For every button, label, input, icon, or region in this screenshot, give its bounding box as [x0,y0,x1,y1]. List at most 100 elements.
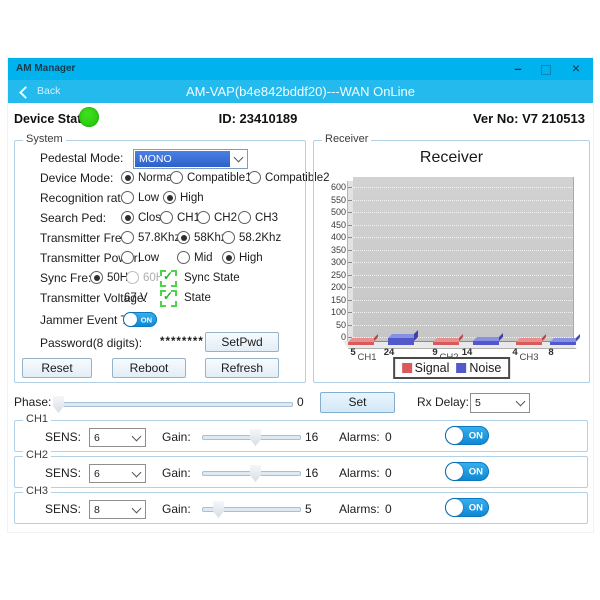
set-button[interactable]: Set [320,392,395,413]
minimize-button[interactable]: – [505,58,531,80]
x-axis-category-label: CH1 [357,352,376,363]
ch3-sens-select[interactable]: 8 [89,500,146,519]
radio-icon [90,271,103,284]
y-axis-tick-label: 0 [316,332,346,342]
sync-fre-row: Sync Fre: 50Hz 60Hz ✓ Sync State [8,271,308,287]
phase-slider-thumb[interactable] [53,396,64,413]
ch1-group-label: CH1 [23,413,51,425]
toggle-knob-icon [446,499,463,516]
sens-value: 8 [94,504,100,516]
chevron-down-icon [132,467,142,477]
radio-power-mid[interactable]: Mid [177,251,213,264]
radio-power-high[interactable]: High [222,251,263,264]
chart-plot-area [353,177,574,342]
ch2-gain-thumb[interactable] [250,465,261,482]
sync-state-checkbox[interactable]: ✓ [160,270,177,287]
ch1-gain-thumb[interactable] [250,429,261,446]
radio-icon [197,211,210,224]
maximize-button[interactable] [533,58,559,80]
ch2-sens-select[interactable]: 6 [89,464,146,483]
ch1-toggle[interactable]: ON [445,426,489,445]
radio-label: Compatible1 [187,172,252,184]
radio-icon [177,231,190,244]
rx-delay-select[interactable]: 5 [470,393,530,413]
y-axis-tick-label: 400 [316,232,346,242]
radio-icon [163,191,176,204]
radio-ch3[interactable]: CH3 [238,211,278,224]
jammer-row: Jammer Event Trigg: ON [8,313,308,329]
phase-slider-track[interactable] [55,402,293,407]
radio-high[interactable]: High [163,191,204,204]
radio-icon [126,271,139,284]
gridline [353,212,573,213]
reset-button[interactable]: Reset [22,358,92,378]
device-id: ID: 23410189 [178,111,338,126]
pedestal-mode-row: Pedestal Mode: MONO [8,151,308,167]
phase-label: Phase: [14,395,51,409]
sens-label: SENS: [45,430,81,444]
chevron-down-icon [132,503,142,513]
ch3-groupbox: CH3 SENS: 8 Gain: 5 Alarms: 0 ON [14,492,588,524]
gridline [353,187,573,188]
toggle-on-label: ON [469,502,483,513]
rx-delay-value: 5 [475,397,481,409]
radio-icon [121,251,134,264]
legend-label: Signal [415,361,450,375]
radio-power-low[interactable]: Low [121,251,159,264]
state-checkbox[interactable]: ✓ [160,290,177,307]
sens-label: SENS: [45,466,81,480]
ch3-gain-thumb[interactable] [213,501,224,518]
app-title: AM Manager [16,58,75,80]
transmitter-power-row: Transmitter Power: Low Mid High [8,251,308,267]
reboot-button[interactable]: Reboot [112,358,186,378]
radio-compatible1[interactable]: Compatible1 [170,171,252,184]
radio-icon [121,231,134,244]
radio-58-2khz[interactable]: 58.2Khz [222,231,281,244]
alarms-label: Alarms: [339,502,380,516]
radio-icon [222,251,235,264]
gridline [353,262,573,263]
pedestal-mode-select[interactable]: MONO [133,149,248,169]
alarms-label: Alarms: [339,430,380,444]
legend-item-noise: Noise [456,361,501,375]
radio-57-8khz[interactable]: 57.8Khz [121,231,180,244]
y-axis-tick-label: 200 [316,282,346,292]
password-row: Password(8 digits): ******** SetPwd [8,336,308,352]
gridline [353,237,573,238]
gridline [353,250,573,251]
legend-label: Noise [469,361,501,375]
ch2-toggle[interactable]: ON [445,462,489,481]
transmitter-fre-label: Transmitter Fre: [40,231,125,245]
radio-icon [121,191,134,204]
rx-delay-label: Rx Delay: [417,395,469,409]
radio-label: CH3 [255,212,278,224]
radio-label: High [180,192,204,204]
refresh-button[interactable]: Refresh [205,358,279,378]
sync-state-label: Sync State [184,272,240,284]
device-mode-label: Device Mode: [40,171,113,185]
recognition-rate-row: Recognition rate: Low High [8,191,308,207]
password-value: ******** [160,336,204,348]
radio-58khz[interactable]: 58Khz [177,231,227,244]
ch1-sens-select[interactable]: 6 [89,428,146,447]
close-button[interactable]: × [563,58,589,80]
setpwd-button[interactable]: SetPwd [205,332,279,352]
check-icon: ✓ [163,289,173,303]
chevron-down-icon [132,431,142,441]
radio-icon [121,171,134,184]
ch3-toggle[interactable]: ON [445,498,489,517]
chart-title: Receiver [314,149,589,167]
y-axis-tick-label: 350 [316,245,346,255]
gain-value: 16 [305,466,318,480]
radio-ch2[interactable]: CH2 [197,211,237,224]
sens-value: 6 [94,468,100,480]
y-axis-tick-label: 50 [316,320,346,330]
toggle-knob-icon [124,313,137,326]
radio-normal[interactable]: Normal [121,171,175,184]
jammer-toggle[interactable]: ON [123,312,157,327]
alarms-value: 0 [385,502,392,516]
radio-ch1[interactable]: CH1 [160,211,200,224]
radio-low[interactable]: Low [121,191,159,204]
y-axis-tick-label: 100 [316,307,346,317]
back-button[interactable]: Back [37,80,60,103]
